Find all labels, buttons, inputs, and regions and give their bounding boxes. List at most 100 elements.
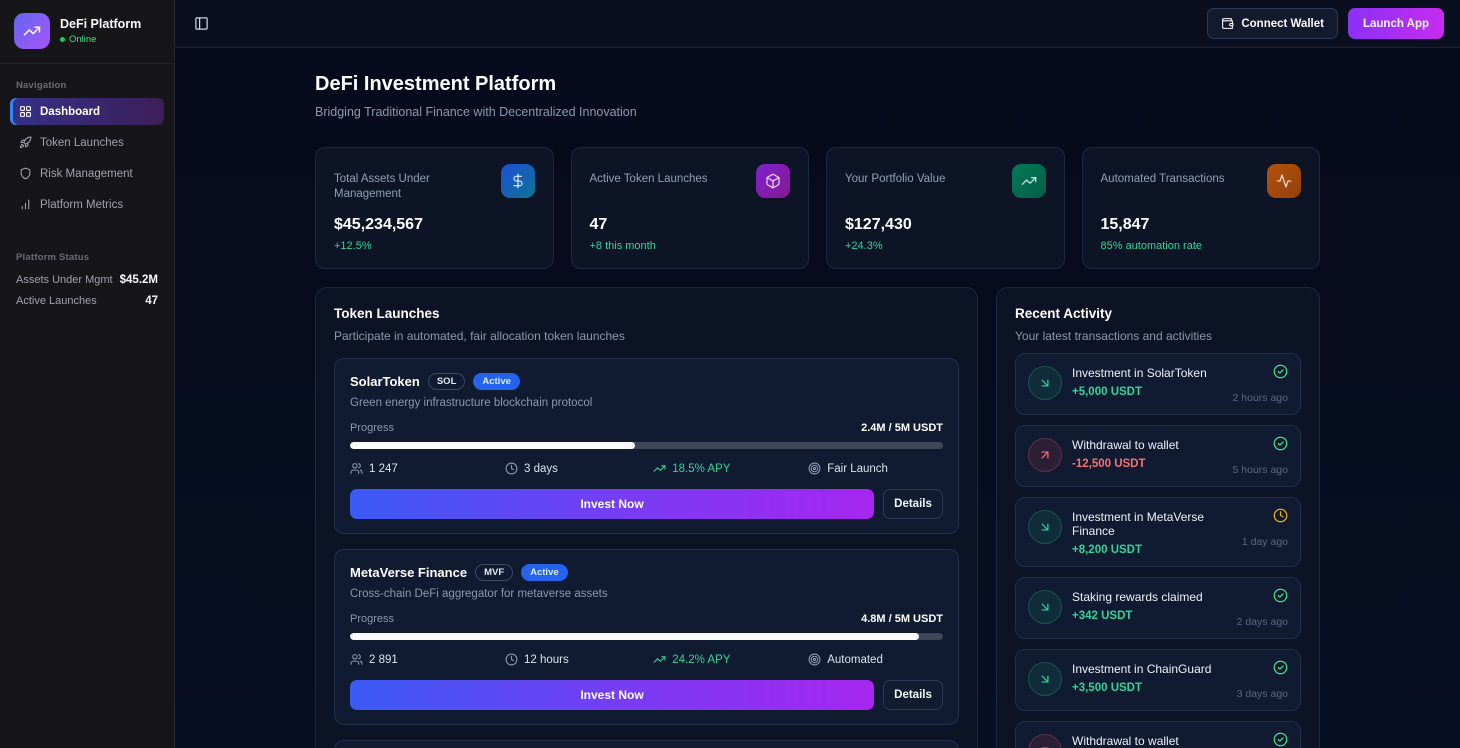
sidebar-item-label: Dashboard — [40, 106, 100, 118]
activity-item: Investment in ChainGuard+3,500 USDT3 day… — [1015, 649, 1301, 711]
invest-now-button[interactable]: Invest Now — [350, 680, 874, 710]
stat-card-change: +8 this month — [590, 240, 791, 252]
shield-icon — [19, 167, 32, 180]
arrow-down-right-icon — [1038, 600, 1052, 614]
platform-status-row-label: Active Launches — [16, 295, 97, 307]
activity-item: Withdrawal to wallet-5,000 USDT4 days ag… — [1015, 721, 1301, 748]
sidebar-item-platform-metrics[interactable]: Platform Metrics — [10, 191, 164, 218]
activity-amount: +342 USDT — [1072, 610, 1227, 622]
activity-title: Withdrawal to wallet — [1072, 436, 1223, 452]
progress-value: 4.8M / 5M USDT — [861, 613, 943, 625]
platform-status-row: Assets Under Mgmt$45.2M — [10, 270, 164, 291]
activity-title: Investment in MetaVerse Finance — [1072, 508, 1232, 538]
check-circle-icon — [1273, 436, 1288, 451]
launch-app-button[interactable]: Launch App — [1348, 8, 1444, 39]
withdrawal-icon — [1028, 734, 1062, 748]
trending-up-icon — [23, 22, 41, 40]
launch-list: SolarTokenSOLActiveGreen energy infrastr… — [334, 358, 959, 748]
stat-card: Your Portfolio Value$127,430+24.3% — [826, 147, 1065, 269]
arrow-down-right-icon — [1038, 672, 1052, 686]
stat-card-value: $45,234,567 — [334, 216, 535, 234]
page-title: DeFi Investment Platform — [315, 73, 1320, 96]
topbar: Connect Wallet Launch App — [175, 0, 1460, 48]
status-completed-icon — [1273, 436, 1288, 456]
launch-description: Cross-chain DeFi aggregator for metavers… — [350, 588, 943, 600]
page-subtitle: Bridging Traditional Finance with Decent… — [315, 105, 1320, 119]
clock-icon — [1273, 508, 1288, 523]
deposit-icon — [1028, 510, 1062, 544]
launch-name: MetaVerse Finance — [350, 565, 467, 580]
deposit-icon — [1028, 366, 1062, 400]
launch-card: QuantumChainQTCCompletedPost-quantum cry… — [334, 740, 959, 748]
sidebar-item-risk-management[interactable]: Risk Management — [10, 160, 164, 187]
progress-label: Progress — [350, 422, 394, 434]
activity-item: Withdrawal to wallet-12,500 USDT5 hours … — [1015, 425, 1301, 487]
progress-bar — [350, 442, 943, 449]
arrow-down-right-icon — [1038, 520, 1052, 534]
launch-status-badge: Active — [521, 564, 568, 581]
activity-title: Withdrawal to wallet — [1072, 732, 1227, 748]
activity-amount: +8,200 USDT — [1072, 544, 1232, 556]
activity-amount: +5,000 USDT — [1072, 386, 1223, 398]
token-launches-panel: Token Launches Participate in automated,… — [315, 287, 978, 748]
activity-time: 2 hours ago — [1233, 392, 1288, 404]
sidebar-item-token-launches[interactable]: Token Launches — [10, 129, 164, 156]
bar-chart-icon — [19, 198, 32, 211]
stat-card-label: Your Portfolio Value — [845, 164, 945, 187]
deposit-icon — [1028, 662, 1062, 696]
check-circle-icon — [1273, 732, 1288, 747]
dollar-icon — [510, 173, 526, 189]
withdrawal-icon — [1028, 438, 1062, 472]
trending-up-icon — [653, 653, 666, 666]
sidebar-toggle-button[interactable] — [189, 12, 213, 36]
platform-status-row: Active Launches 47 — [10, 291, 164, 312]
participants-count: 1 247 — [350, 462, 505, 475]
activity-item: Staking rewards claimed+342 USDT2 days a… — [1015, 577, 1301, 639]
progress-bar-fill — [350, 442, 635, 449]
stat-card-value: 47 — [590, 216, 791, 234]
progress-bar — [350, 633, 943, 640]
activity-time: 3 days ago — [1237, 688, 1288, 700]
platform-status-row-value: 47 — [145, 295, 158, 307]
details-button[interactable]: Details — [883, 489, 943, 519]
brand-logo — [14, 13, 50, 49]
stat-card-label: Total Assets Under Management — [334, 164, 484, 202]
stats-grid: Total Assets Under Management $45,234,567… — [315, 147, 1320, 269]
status-pending-icon — [1273, 508, 1288, 528]
platform-status-label: Platform Status — [10, 246, 164, 270]
details-button[interactable]: Details — [883, 680, 943, 710]
content: DeFi Investment Platform Bridging Tradit… — [175, 48, 1460, 748]
apy-value: 24.2% APY — [653, 653, 808, 666]
status-completed-icon — [1273, 588, 1288, 608]
time-remaining: 3 days — [505, 462, 653, 475]
participants-count: 2 891 — [350, 653, 505, 666]
connect-wallet-button[interactable]: Connect Wallet — [1207, 8, 1338, 39]
target-icon — [808, 653, 821, 666]
check-circle-icon — [1273, 588, 1288, 603]
nav-section-label: Navigation — [10, 74, 164, 98]
trending-up-icon — [653, 462, 666, 475]
activity-item: Investment in SolarToken+5,000 USDT2 hou… — [1015, 353, 1301, 415]
clock-icon — [505, 653, 518, 666]
deposit-icon — [1028, 590, 1062, 624]
activity-time: 2 days ago — [1237, 616, 1288, 628]
users-icon — [350, 653, 363, 666]
package-icon — [765, 173, 781, 189]
users-icon — [350, 462, 363, 475]
recent-activity-panel: Recent Activity Your latest transactions… — [996, 287, 1320, 748]
progress-value: 2.4M / 5M USDT — [861, 422, 943, 434]
platform-status-list: Assets Under Mgmt$45.2M Active Launches 47 — [10, 270, 164, 312]
activity-amount: -12,500 USDT — [1072, 458, 1223, 470]
sidebar: DeFi Platform Online Navigation Dashboar… — [0, 0, 175, 748]
main-area: Connect Wallet Launch App DeFi Investmen… — [175, 0, 1460, 748]
time-remaining: 12 hours — [505, 653, 653, 666]
progress-label: Progress — [350, 613, 394, 625]
launch-card: SolarTokenSOLActiveGreen energy infrastr… — [334, 358, 959, 534]
launch-name: SolarToken — [350, 374, 420, 389]
stat-card: Automated Transactions15,84785% automati… — [1082, 147, 1321, 269]
invest-now-button[interactable]: Invest Now — [350, 489, 874, 519]
launch-mechanism: Automated — [808, 653, 943, 666]
sidebar-item-label: Risk Management — [40, 168, 133, 180]
online-dot-icon — [60, 37, 65, 42]
sidebar-item-dashboard[interactable]: Dashboard — [10, 98, 164, 125]
